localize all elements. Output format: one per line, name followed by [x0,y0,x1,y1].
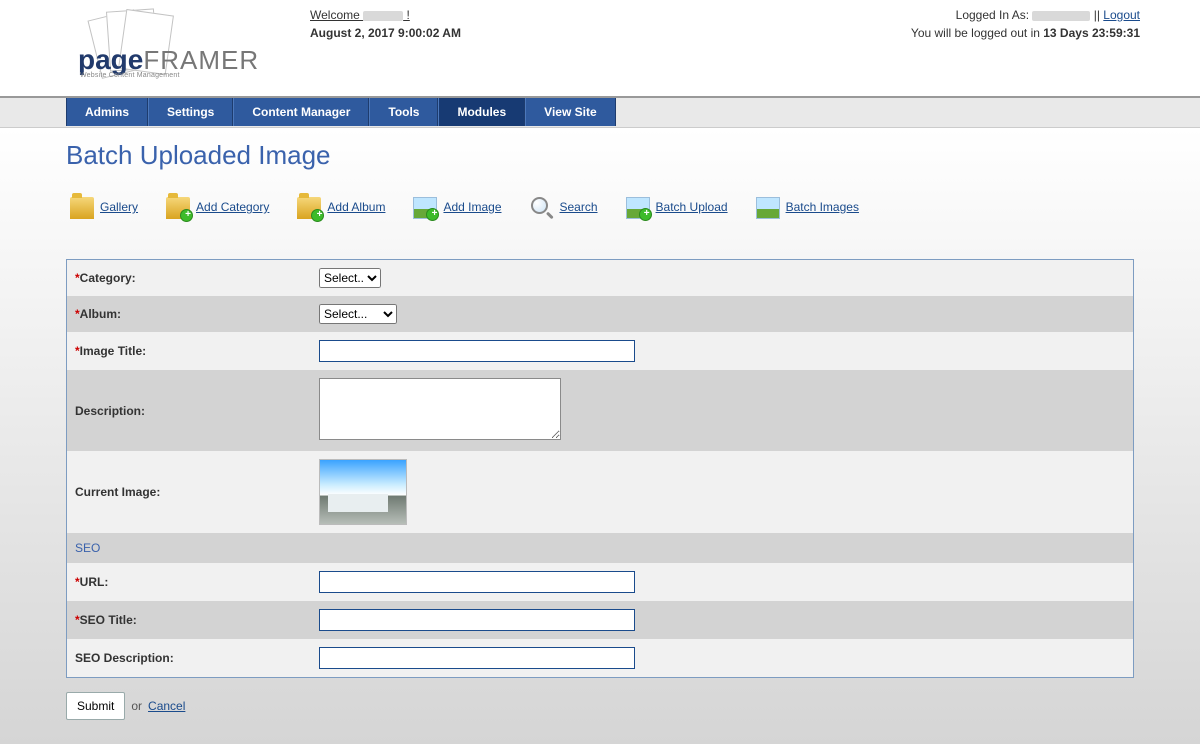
welcome-username-redacted [363,11,403,21]
album-select[interactable]: Select... [319,304,397,324]
category-select[interactable]: Select... [319,268,381,288]
folder-plus-icon: + [166,197,190,219]
logout-link[interactable]: Logout [1103,8,1140,22]
label-album: *Album: [67,296,311,332]
folder-plus-icon: + [297,197,321,219]
login-status: Logged In As: || Logout [911,8,1140,22]
welcome-prefix: Welcome [310,8,363,22]
login-separator: || [1090,8,1103,22]
subnav-link-add-album[interactable]: Add Album [327,200,385,214]
navbar-strip: Admins Settings Content Manager Tools Mo… [0,98,1200,128]
seo-title-input[interactable] [319,609,635,631]
nav-tab-view-site[interactable]: View Site [525,98,615,126]
nav-tab-tools[interactable]: Tools [369,98,438,126]
subnav-link-batch-upload[interactable]: Batch Upload [656,200,728,214]
logout-countdown-row: You will be logged out in 13 Days 23:59:… [911,26,1140,40]
nav-tab-admins[interactable]: Admins [66,98,148,126]
subnav-link-add-image[interactable]: Add Image [443,200,501,214]
subnav-link-add-category[interactable]: Add Category [196,200,269,214]
subnav-item-search[interactable]: Search [530,196,598,218]
submit-button[interactable]: Submit [66,692,125,720]
subnav-item-batch-upload[interactable]: + Batch Upload [626,195,728,219]
label-category: *Category: [67,260,311,296]
logged-in-as-label: Logged In As: [956,8,1033,22]
picture-plus-icon: + [626,197,650,219]
label-seo-title: *SEO Title: [67,601,311,639]
url-input[interactable] [319,571,635,593]
subnav-link-search[interactable]: Search [560,200,598,214]
main-nav: Admins Settings Content Manager Tools Mo… [0,98,1200,126]
welcome-text: Welcome ! [310,8,690,22]
nav-tab-settings[interactable]: Settings [148,98,233,126]
subnav-item-batch-images[interactable]: Batch Images [756,195,859,219]
form-panel: *Category: Select... *Album: Select... *… [66,259,1134,678]
label-seo-description: SEO Description: [67,639,311,677]
or-text: or [131,699,142,713]
picture-icon [756,197,780,219]
subnav-item-gallery[interactable]: Gallery [70,195,138,219]
module-subnav: Gallery + Add Category + Add Album + Add… [66,195,1134,219]
folder-icon [70,197,94,219]
label-description: Description: [67,370,311,451]
picture-plus-icon: + [413,197,437,219]
seo-description-input[interactable] [319,647,635,669]
nav-tab-content-manager[interactable]: Content Manager [233,98,369,126]
label-current-image: Current Image: [67,451,311,533]
label-url: *URL: [67,563,311,601]
subnav-item-add-category[interactable]: + Add Category [166,195,269,219]
seo-section-heading: SEO [67,533,1133,563]
subnav-link-gallery[interactable]: Gallery [100,200,138,214]
welcome-suffix: ! [403,8,410,22]
header-datetime: August 2, 2017 9:00:02 AM [310,26,690,40]
subnav-item-add-album[interactable]: + Add Album [297,195,385,219]
subnav-item-add-image[interactable]: + Add Image [413,195,501,219]
cancel-link[interactable]: Cancel [148,699,185,713]
search-icon [530,196,554,218]
current-image-thumbnail [319,459,407,525]
page-title: Batch Uploaded Image [66,140,1134,171]
logo-text-page: page [78,44,143,75]
logo: pageFRAMER Website Content Management [60,6,310,90]
description-textarea[interactable] [319,378,561,440]
image-title-input[interactable] [319,340,635,362]
nav-tab-modules[interactable]: Modules [438,98,525,126]
logout-warning-prefix: You will be logged out in [911,26,1043,40]
logged-in-as-user-redacted [1032,11,1090,21]
logo-text-framer: FRAMER [143,45,259,75]
logout-countdown: 13 Days 23:59:31 [1043,26,1140,40]
label-image-title: *Image Title: [67,332,311,370]
subnav-link-batch-images[interactable]: Batch Images [786,200,859,214]
